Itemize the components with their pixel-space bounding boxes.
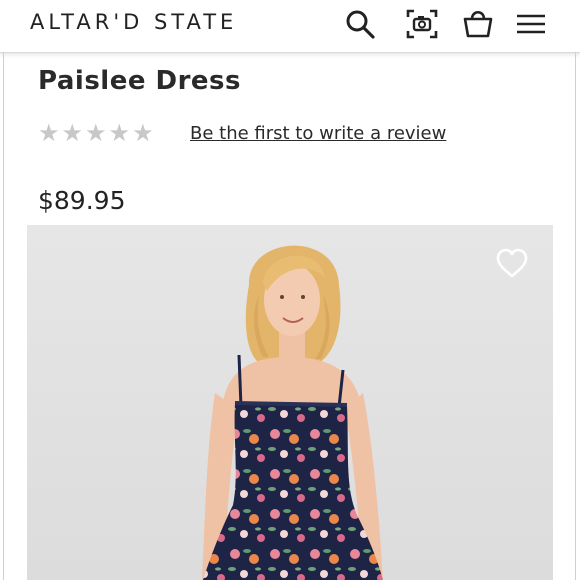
product-price: $89.95 [38, 186, 126, 215]
heart-outline-icon[interactable] [495, 247, 529, 281]
model-photo [202, 245, 383, 580]
star-icon: ★ [38, 119, 60, 147]
product-image[interactable] [27, 225, 553, 580]
star-icon: ★ [61, 119, 84, 147]
brand-logo[interactable]: ALTAR'D STATE [30, 10, 237, 34]
page-border-left [3, 52, 4, 580]
star-icon: ★ [108, 119, 131, 147]
star-icon: ★ [85, 119, 107, 147]
search-icon[interactable] [343, 7, 377, 41]
page-border-right [575, 52, 576, 580]
site-header: ALTAR'D STATE [0, 0, 580, 53]
write-review-link[interactable]: Be the first to write a review [190, 123, 446, 144]
hamburger-menu-icon[interactable] [514, 7, 548, 41]
star-icon: ★ [132, 119, 154, 147]
rating-stars[interactable]: ★ ★ ★ ★ ★ [38, 121, 154, 145]
shopping-bag-icon[interactable] [461, 7, 495, 41]
product-title: Paislee Dress [38, 66, 242, 96]
camera-search-icon[interactable] [405, 7, 439, 41]
